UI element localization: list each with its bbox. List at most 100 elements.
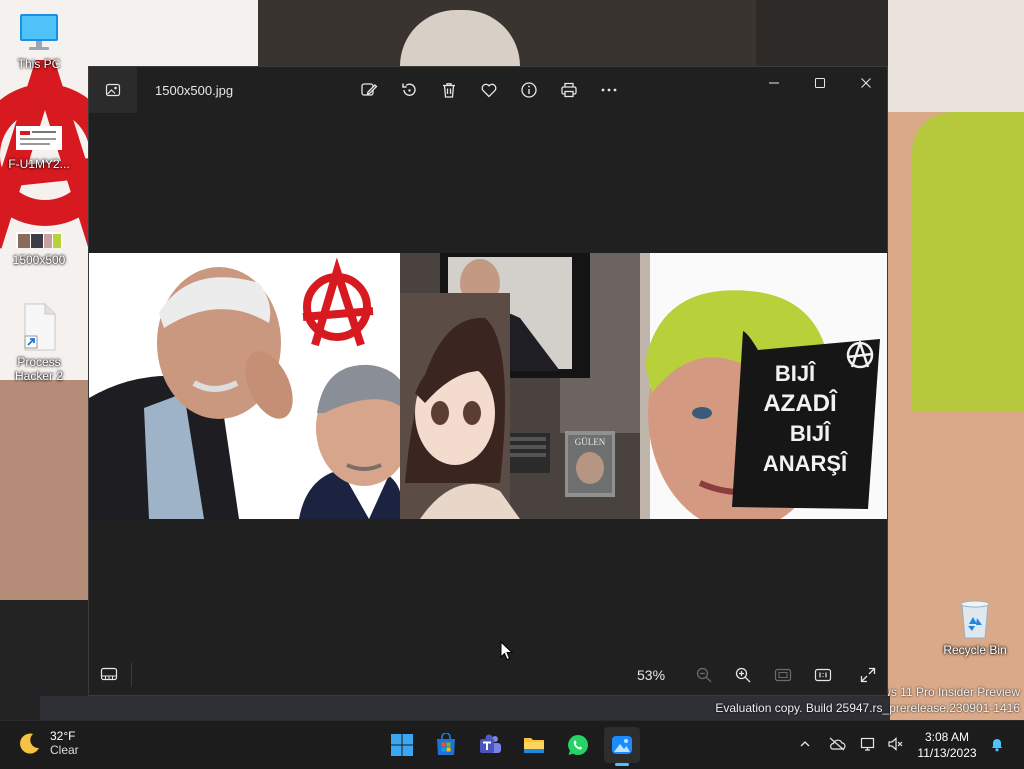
sign-text-line-3: BIJÎ (790, 421, 831, 446)
image-panel-portraits (89, 253, 400, 519)
recycle-bin-icon (960, 600, 990, 639)
status-bar: 53% (89, 655, 887, 695)
notification-bell-icon (992, 739, 1002, 752)
photos-window: 1500x500.jpg GÜLEN BIJÎ AZADÎ BIJÎ ANARŞ… (88, 66, 888, 696)
computer-icon (20, 14, 58, 50)
close-icon (861, 78, 871, 88)
edit-image-icon (361, 83, 378, 96)
desktop-icon-label: Process Hacker 2 (14, 355, 64, 383)
network-status[interactable] (858, 733, 880, 755)
mouse-cursor-icon (500, 641, 514, 661)
maximize-button[interactable] (797, 67, 843, 99)
desktop-icon-label: This PC (17, 57, 61, 71)
file-name: 1500x500.jpg (155, 83, 234, 98)
favorite-button[interactable] (477, 79, 501, 101)
image-panel-computer: GÜLEN (400, 253, 640, 519)
notifications-button[interactable] (986, 733, 1008, 755)
windows-start-icon (391, 734, 413, 756)
computer-scene-illustration: GÜLEN (400, 253, 640, 519)
more-options-icon (601, 88, 617, 92)
zoom-in-button[interactable] (730, 662, 756, 688)
start-button[interactable] (384, 727, 420, 763)
delete-icon (443, 83, 455, 98)
volume-muted-icon (888, 737, 903, 751)
zoom-out-icon (696, 667, 712, 683)
actual-size-icon (814, 668, 832, 682)
desktop-icon-label: F-U1MY2... (8, 157, 70, 171)
protest-sign-illustration: BIJÎ AZADÎ BIJÎ ANARŞÎ (640, 253, 887, 519)
wallpaper-green-hair-shape (912, 112, 1024, 412)
wallpaper-block (756, 0, 904, 66)
minimize-button[interactable] (751, 67, 797, 99)
network-icon (860, 737, 875, 751)
taskbar-file-explorer[interactable] (516, 727, 552, 763)
print-button[interactable] (557, 79, 581, 101)
taskbar-whatsapp[interactable] (560, 727, 596, 763)
image-thumbnail-icon (16, 232, 62, 248)
gallery-icon (105, 83, 121, 97)
favorite-heart-icon (481, 83, 497, 98)
actual-size-button[interactable] (810, 662, 836, 688)
taskbar-microsoft-store[interactable] (428, 727, 464, 763)
rotate-button[interactable] (397, 79, 421, 101)
photos-app-icon (612, 736, 632, 754)
microsoft-store-icon (437, 733, 455, 755)
desktop-icon-process-hacker[interactable]: Process Hacker 2 (2, 302, 76, 383)
minimize-icon (769, 82, 779, 84)
sign-text-line-2: AZADÎ (763, 389, 838, 417)
book-title-text: GÜLEN (575, 437, 606, 447)
taskbar-teams[interactable] (472, 727, 508, 763)
watermark-edition: ws 11 Pro Insider Preview (882, 685, 1020, 699)
print-icon (561, 82, 577, 98)
maximize-icon (815, 78, 825, 88)
desktop-icon-document[interactable]: F-U1MY2... (2, 126, 76, 171)
taskbar: 32°F Clear 3:08 AM 11/13/2023 (0, 720, 1024, 769)
displayed-image[interactable]: GÜLEN BIJÎ AZADÎ BIJÎ ANARŞÎ (89, 253, 887, 519)
clock-date: 11/13/2023 (917, 746, 977, 760)
document-thumbnail-icon (16, 126, 62, 150)
delete-button[interactable] (437, 79, 461, 101)
clock-time: 3:08 AM (924, 730, 970, 744)
system-clock[interactable]: 3:08 AM 11/13/2023 (912, 729, 982, 761)
edit-image-button[interactable] (357, 79, 381, 101)
chevron-up-icon (800, 741, 810, 747)
teams-icon (480, 734, 501, 753)
title-bar: 1500x500.jpg (89, 67, 887, 113)
desktop-icon-this-pc[interactable]: This PC (2, 10, 76, 71)
file-info-button[interactable] (517, 79, 541, 101)
active-app-indicator (615, 763, 629, 766)
more-options-button[interactable] (597, 79, 621, 101)
full-screen-icon (860, 667, 876, 683)
filmstrip-button[interactable] (93, 659, 125, 689)
close-button[interactable] (843, 67, 889, 99)
moon-icon (20, 733, 39, 754)
zoom-out-button[interactable] (691, 662, 717, 688)
whatsapp-icon (568, 735, 588, 756)
sign-text-line-1: BIJÎ (775, 361, 816, 386)
image-panel-protest: BIJÎ AZADÎ BIJÎ ANARŞÎ (640, 253, 887, 519)
file-explorer-icon (524, 738, 544, 753)
cloud-offline-icon (829, 737, 846, 751)
desktop-icon-label: 1500x500 (12, 253, 66, 267)
weather-temperature: 32°F (50, 729, 76, 743)
desktop-icon-label: Recycle Bin (943, 643, 1007, 657)
desktop-icon-1500x500[interactable]: 1500x500 (2, 230, 76, 267)
filmstrip-icon (100, 667, 118, 681)
full-screen-button[interactable] (855, 662, 881, 688)
shortcut-file-icon (24, 303, 56, 351)
onedrive-status[interactable] (826, 733, 848, 755)
watermark-build: Evaluation copy. Build 25947.rs_prerelea… (715, 701, 1020, 715)
desktop-icon-recycle-bin[interactable]: Recycle Bin (938, 598, 1012, 657)
fit-to-window-icon (774, 668, 792, 682)
volume-status[interactable] (884, 733, 906, 755)
show-hidden-icons-button[interactable] (794, 733, 816, 755)
zoom-level[interactable]: 53% (637, 667, 665, 683)
gallery-button[interactable] (89, 67, 137, 113)
fit-to-window-button[interactable] (770, 662, 796, 688)
file-info-icon (521, 82, 537, 98)
rotate-icon (402, 83, 416, 96)
taskbar-photos[interactable] (604, 727, 640, 766)
weather-condition: Clear (50, 743, 79, 757)
weather-widget[interactable]: 32°F Clear (16, 729, 79, 758)
status-divider (131, 663, 132, 687)
